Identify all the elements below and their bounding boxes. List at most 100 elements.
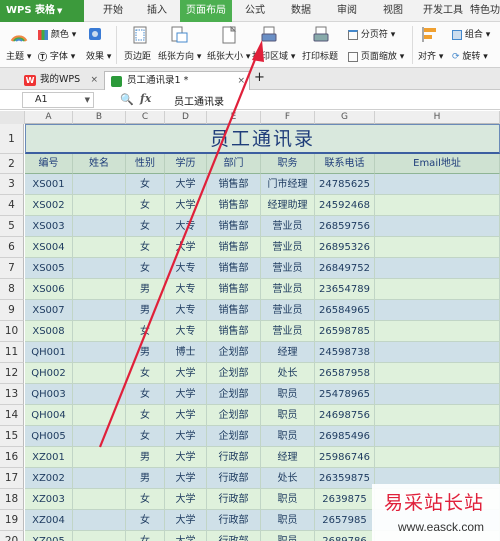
cell-education[interactable]: 大专 [165, 321, 207, 342]
cell-position[interactable]: 营业员 [261, 279, 315, 300]
row-header[interactable]: 9 [0, 300, 24, 321]
color-button[interactable]: 颜色 ▾ [38, 27, 76, 40]
cell-position[interactable]: 营业员 [261, 300, 315, 321]
row-header[interactable]: 16 [0, 447, 24, 468]
cell-education[interactable]: 大学 [165, 510, 207, 531]
cell-name[interactable] [73, 405, 126, 426]
header-cell-phone[interactable]: 联系电话 [315, 154, 375, 174]
cell-phone[interactable]: 26359875 [315, 468, 375, 489]
cell-name[interactable] [73, 531, 126, 541]
close-icon[interactable]: × [237, 72, 245, 90]
cell-email[interactable] [375, 363, 500, 384]
header-cell-id[interactable]: 编号 [25, 154, 73, 174]
column-header-f[interactable]: F [261, 111, 315, 124]
cell-name[interactable] [73, 510, 126, 531]
cell-gender[interactable]: 女 [126, 384, 165, 405]
cell-department[interactable]: 销售部 [207, 321, 261, 342]
cell-education[interactable]: 大学 [165, 531, 207, 541]
cell-department[interactable]: 行政部 [207, 468, 261, 489]
print-area-button[interactable]: 打印区域 ▾ [252, 49, 295, 62]
cell-name[interactable] [73, 279, 126, 300]
cell-education[interactable]: 大学 [165, 426, 207, 447]
select-all-corner[interactable] [0, 111, 25, 124]
cell-email[interactable] [375, 405, 500, 426]
column-header-a[interactable]: A [25, 111, 73, 124]
row-header[interactable]: 10 [0, 321, 24, 342]
cell-department[interactable]: 企划部 [207, 426, 261, 447]
cell-position[interactable]: 职员 [261, 426, 315, 447]
tab-formulas[interactable]: 公式 [236, 0, 274, 22]
cell-name[interactable] [73, 195, 126, 216]
tab-start[interactable]: 开始 [94, 0, 132, 22]
print-titles-button[interactable]: 打印标题 [302, 49, 338, 62]
cell-gender[interactable]: 男 [126, 468, 165, 489]
row-header[interactable]: 8 [0, 279, 24, 300]
cell-id[interactable]: XS006 [25, 279, 73, 300]
cell-position[interactable]: 经理 [261, 342, 315, 363]
cell-department[interactable]: 行政部 [207, 510, 261, 531]
cell-position[interactable]: 处长 [261, 468, 315, 489]
cell-id[interactable]: XZ004 [25, 510, 73, 531]
tab-special[interactable]: 特色功 [470, 0, 500, 22]
cell-email[interactable] [375, 216, 500, 237]
tab-page-layout[interactable]: 页面布局 [180, 0, 232, 22]
cell-name[interactable] [73, 216, 126, 237]
row-header[interactable]: 11 [0, 342, 24, 363]
row-header[interactable]: 18 [0, 489, 24, 510]
cell-department[interactable]: 销售部 [207, 174, 261, 195]
header-cell-email[interactable]: Email地址 [375, 154, 500, 174]
row-header[interactable]: 13 [0, 384, 24, 405]
header-cell-education[interactable]: 学历 [165, 154, 207, 174]
cell-education[interactable]: 大专 [165, 216, 207, 237]
cell-position[interactable]: 经理 [261, 447, 315, 468]
cell-id[interactable]: XZ005 [25, 531, 73, 541]
cell-gender[interactable]: 女 [126, 531, 165, 541]
cell-position[interactable]: 职员 [261, 510, 315, 531]
cell-phone[interactable]: 26859756 [315, 216, 375, 237]
cell-position[interactable]: 门市经理 [261, 174, 315, 195]
cell-name[interactable] [73, 384, 126, 405]
cell-education[interactable]: 大学 [165, 489, 207, 510]
cell-position[interactable]: 经理助理 [261, 195, 315, 216]
cell-phone[interactable]: 23654789 [315, 279, 375, 300]
cell-id[interactable]: XZ003 [25, 489, 73, 510]
header-cell-gender[interactable]: 性别 [126, 154, 165, 174]
margins-button[interactable]: 页边距 [124, 49, 151, 62]
row-header[interactable]: 1 [0, 124, 24, 154]
group-button[interactable]: 组合 ▾ [452, 27, 490, 40]
cell-education[interactable]: 大学 [165, 174, 207, 195]
cell-gender[interactable]: 女 [126, 216, 165, 237]
cell-position[interactable]: 职员 [261, 489, 315, 510]
close-icon[interactable]: × [90, 71, 98, 89]
cell-name[interactable] [73, 342, 126, 363]
cell-id[interactable]: XS008 [25, 321, 73, 342]
cell-gender[interactable]: 女 [126, 426, 165, 447]
cell-phone[interactable]: 25478965 [315, 384, 375, 405]
cell-name[interactable] [73, 174, 126, 195]
cell-education[interactable]: 大专 [165, 279, 207, 300]
column-header-b[interactable]: B [73, 111, 126, 124]
cell-id[interactable]: XZ002 [25, 468, 73, 489]
cell-education[interactable]: 大学 [165, 237, 207, 258]
cell-department[interactable]: 销售部 [207, 237, 261, 258]
page-scale-button[interactable]: 页面缩放 ▾ [348, 49, 404, 62]
cell-department[interactable]: 行政部 [207, 447, 261, 468]
cell-name[interactable] [73, 258, 126, 279]
cell-id[interactable]: XS005 [25, 258, 73, 279]
cell-gender[interactable]: 女 [126, 363, 165, 384]
cell-education[interactable]: 大学 [165, 195, 207, 216]
cell-phone[interactable]: 26598785 [315, 321, 375, 342]
cell-email[interactable] [375, 384, 500, 405]
cell-position[interactable]: 处长 [261, 363, 315, 384]
cell-education[interactable]: 大学 [165, 384, 207, 405]
column-header-c[interactable]: C [126, 111, 165, 124]
cell-name[interactable] [73, 447, 126, 468]
cell-gender[interactable]: 女 [126, 237, 165, 258]
cell-department[interactable]: 企划部 [207, 342, 261, 363]
cell-name[interactable] [73, 321, 126, 342]
orientation-button[interactable]: 纸张方向 ▾ [158, 49, 201, 62]
cell-department[interactable]: 企划部 [207, 405, 261, 426]
cell-position[interactable]: 营业员 [261, 258, 315, 279]
cell-phone[interactable]: 26985496 [315, 426, 375, 447]
rotate-button[interactable]: ⟳ 旋转 ▾ [452, 49, 488, 63]
